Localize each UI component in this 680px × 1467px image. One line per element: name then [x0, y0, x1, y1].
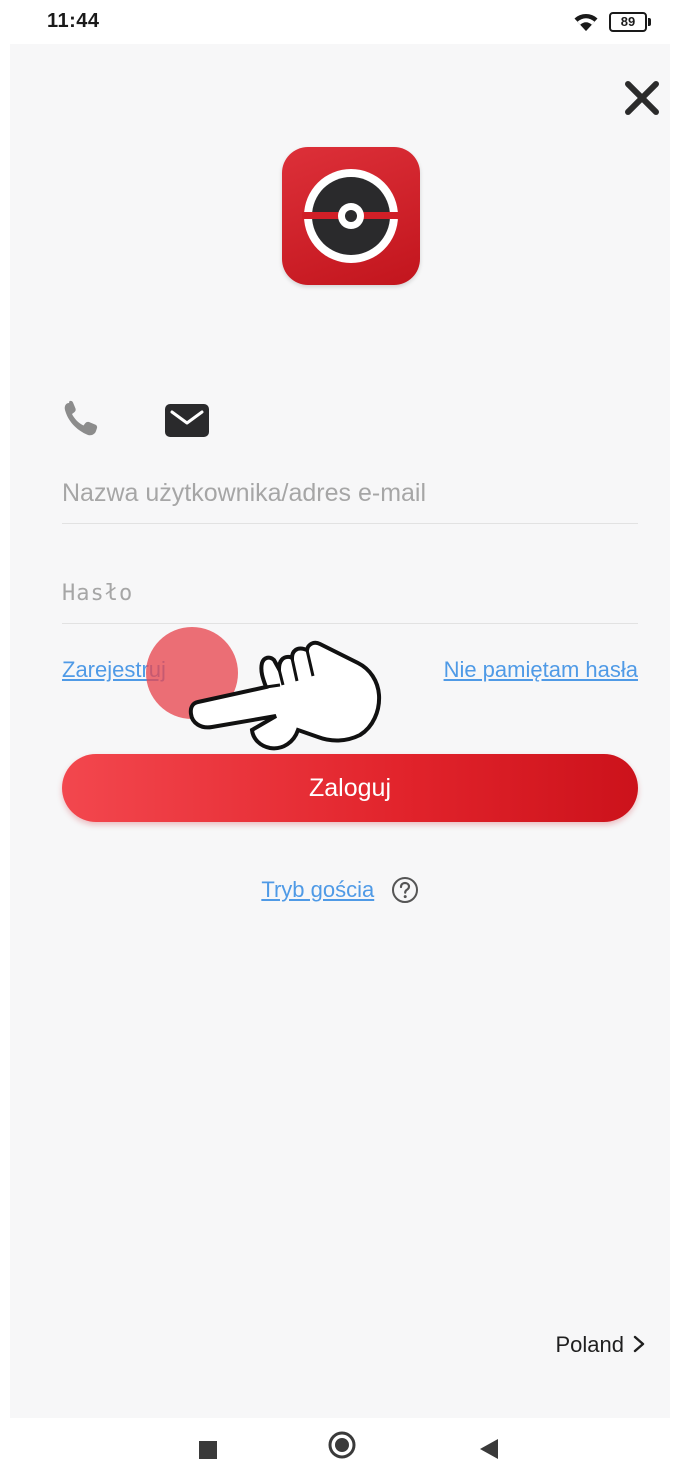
guest-mode-row: Tryb gościa [10, 876, 670, 912]
hik-connect-logo-icon [282, 147, 420, 285]
chevron-right-icon [633, 1335, 645, 1353]
question-circle-icon[interactable] [391, 876, 419, 904]
region-selector[interactable]: Poland [555, 1332, 646, 1358]
wifi-icon [574, 14, 598, 32]
forgot-password-link[interactable]: Nie pamiętam hasła [444, 657, 638, 683]
system-nav-bar [0, 1418, 680, 1467]
square-recents-icon[interactable] [198, 1440, 218, 1460]
hand-pointer-icon [188, 640, 382, 751]
username-input[interactable] [62, 464, 638, 523]
triangle-back-icon[interactable] [478, 1437, 500, 1461]
login-screen: Zarejestruj Nie pamiętam hasła Zaloguj T… [10, 44, 670, 1418]
region-label: Poland [555, 1332, 624, 1357]
close-icon[interactable] [622, 78, 662, 118]
status-bar: 11:44 89 [0, 0, 680, 44]
circle-home-icon[interactable] [328, 1431, 356, 1459]
username-field [62, 464, 638, 524]
battery-icon: 89 [609, 12, 651, 32]
status-time: 11:44 [47, 10, 100, 32]
guest-mode-link[interactable]: Tryb gościa [261, 877, 374, 903]
phone-icon[interactable] [60, 399, 104, 439]
login-button[interactable]: Zaloguj [62, 754, 638, 822]
mail-icon[interactable] [163, 400, 211, 440]
battery-level: 89 [620, 14, 636, 29]
